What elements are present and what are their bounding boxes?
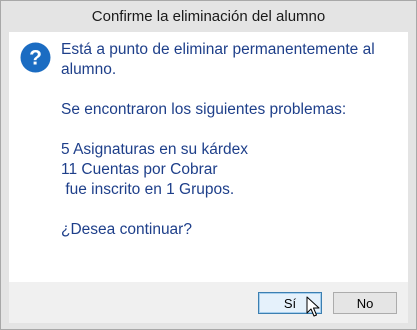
mouse-pointer-icon bbox=[306, 296, 320, 317]
question-icon: ? bbox=[20, 42, 51, 73]
confirm-dialog: Confirme la eliminación del alumno ? Est… bbox=[0, 0, 417, 330]
message-warning: Está a punto de eliminar permanentemente… bbox=[61, 41, 375, 78]
dialog-button-bar: Sí No bbox=[9, 282, 408, 323]
message-problems-list: 5 Asignaturas en su kárdex 11 Cuentas po… bbox=[61, 141, 248, 198]
dialog-content: ? Está a punto de eliminar permanentemen… bbox=[9, 32, 408, 282]
message-question: ¿Desea continuar? bbox=[61, 221, 192, 238]
message-problems-heading: Se encontraron los siguientes problemas: bbox=[61, 101, 347, 118]
dialog-title-bar[interactable]: Confirme la eliminación del alumno bbox=[1, 1, 416, 32]
dialog-title: Confirme la eliminación del alumno bbox=[91, 8, 326, 25]
dialog-message: Está a punto de eliminar permanentemente… bbox=[61, 40, 401, 240]
svg-text:?: ? bbox=[29, 47, 42, 70]
no-button[interactable]: No bbox=[333, 292, 397, 314]
